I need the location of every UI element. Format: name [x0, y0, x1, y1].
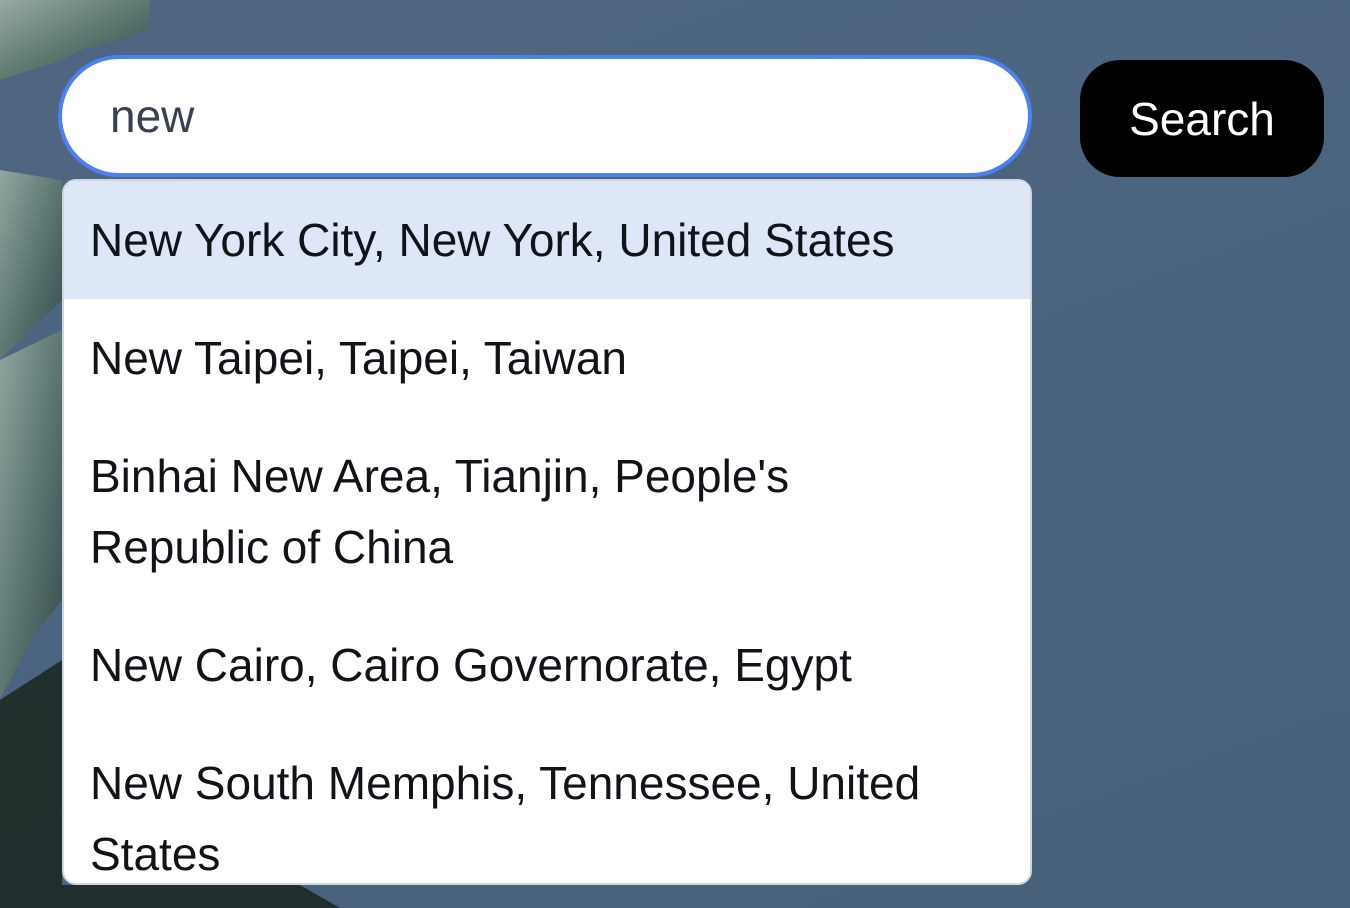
suggestion-item[interactable]: New York City, New York, United States: [64, 181, 1030, 299]
autocomplete-dropdown: New York City, New York, United States N…: [62, 179, 1032, 885]
search-input[interactable]: [58, 55, 1032, 177]
suggestion-item[interactable]: New Cairo, Cairo Governorate, Egypt: [64, 606, 1030, 724]
suggestion-item[interactable]: New South Memphis, Tennessee, United Sta…: [64, 724, 1030, 883]
suggestion-item[interactable]: New Taipei, Taipei, Taiwan: [64, 299, 1030, 417]
search-button[interactable]: Search: [1080, 60, 1324, 177]
suggestion-item[interactable]: Binhai New Area, Tianjin, People's Repub…: [64, 417, 1030, 606]
